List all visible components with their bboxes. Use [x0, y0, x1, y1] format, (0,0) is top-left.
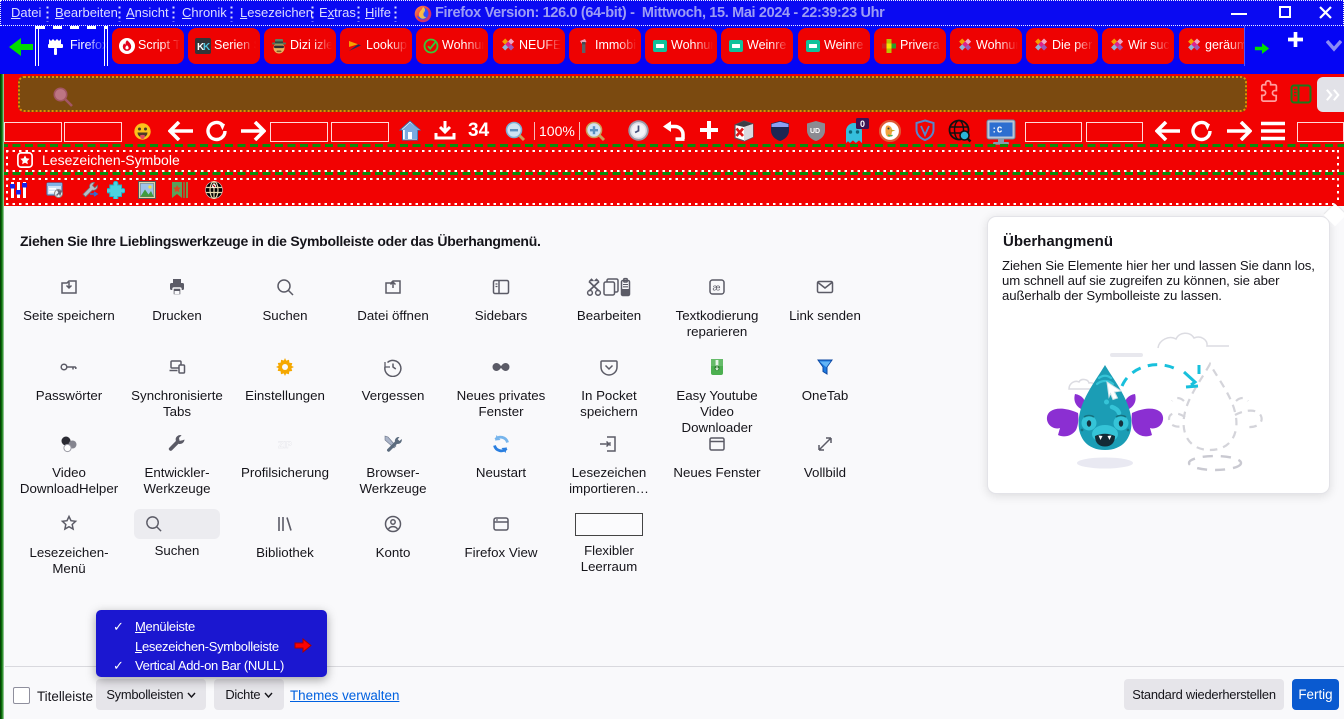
svg-text:æ: æ — [713, 283, 721, 293]
svg-text:K: K — [203, 42, 211, 53]
svg-text:UD: UD — [810, 128, 820, 135]
svg-text::C: :C — [992, 126, 1003, 136]
svg-text:ZIP: ZIP — [278, 440, 292, 450]
svg-text:0: 0 — [860, 119, 865, 129]
